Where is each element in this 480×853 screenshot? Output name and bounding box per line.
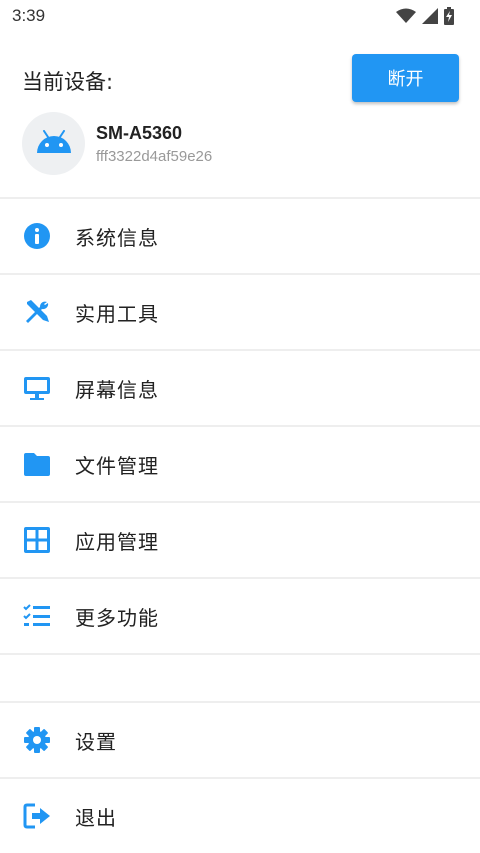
menu-item-file-manager[interactable]: 文件管理	[0, 427, 480, 501]
current-device-label: 当前设备:	[22, 70, 114, 94]
menu-item-label: 文件管理	[75, 453, 159, 478]
menu-item-label: 系统信息	[75, 225, 159, 250]
avatar	[22, 112, 85, 175]
checklist-icon	[22, 601, 52, 631]
info-icon	[22, 221, 52, 251]
status-time: 3:39	[12, 6, 46, 25]
cell-signal-icon	[422, 8, 438, 24]
menu-item-logout[interactable]: 退出	[0, 779, 480, 853]
status-icons	[396, 7, 454, 25]
device-model: SM-A5360	[96, 123, 183, 143]
logout-icon	[22, 801, 52, 831]
menu-item-label: 屏幕信息	[75, 377, 159, 402]
gear-icon	[22, 725, 52, 755]
wifi-icon	[396, 8, 416, 24]
menu-item-tools[interactable]: 实用工具	[0, 275, 480, 349]
menu-item-settings[interactable]: 设置	[0, 703, 480, 777]
grid-icon	[22, 525, 52, 555]
folder-icon	[22, 449, 52, 479]
menu-item-system-info[interactable]: 系统信息	[0, 199, 480, 273]
disconnect-button[interactable]: 断开	[352, 54, 459, 102]
divider	[0, 653, 480, 655]
device-section: 当前设备: 断开 SM-A5360 fff3322d4af59e26	[0, 32, 480, 198]
android-icon	[35, 129, 73, 158]
monitor-icon	[22, 373, 52, 403]
menu-item-more-features[interactable]: 更多功能	[0, 579, 480, 653]
battery-charging-icon	[444, 7, 454, 25]
menu-item-label: 更多功能	[75, 605, 159, 630]
status-bar: 3:39	[0, 0, 480, 32]
menu-item-label: 应用管理	[75, 529, 159, 554]
menu-item-app-manager[interactable]: 应用管理	[0, 503, 480, 577]
menu-item-label: 设置	[75, 729, 117, 754]
menu-item-label: 退出	[75, 805, 117, 830]
tools-icon	[22, 297, 52, 327]
menu-item-screen-info[interactable]: 屏幕信息	[0, 351, 480, 425]
device-serial: fff3322d4af59e26	[96, 148, 213, 165]
menu-item-label: 实用工具	[75, 301, 159, 326]
